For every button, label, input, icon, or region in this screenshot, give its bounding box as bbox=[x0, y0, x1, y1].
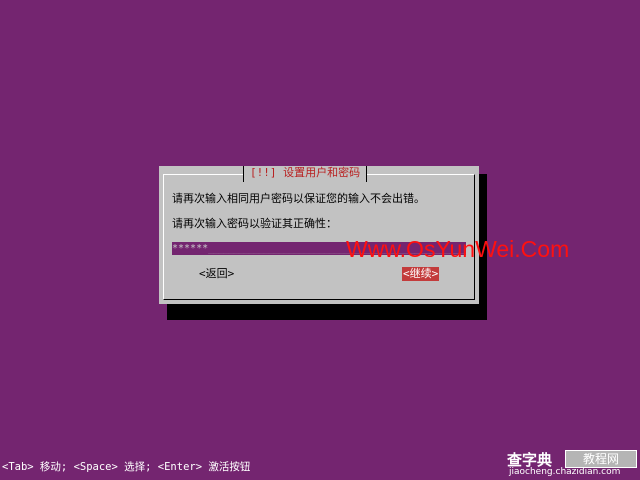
password-masked-value: ****** bbox=[172, 243, 209, 254]
dialog-title: [!!] 设置用户和密码 bbox=[243, 166, 368, 182]
site-logo: 查字典 教程网 jiaocheng.chazidian.com bbox=[507, 449, 638, 479]
keyboard-hint-bar: <Tab> 移动; <Space> 选择; <Enter> 激活按钮 bbox=[2, 461, 251, 473]
verify-password-label: 请再次输入密码以验证其正确性： bbox=[172, 217, 337, 230]
setup-user-password-dialog: [!!] 设置用户和密码 请再次输入相同用户密码以保证您的输入不会出错。 请再次… bbox=[159, 166, 479, 304]
instruction-text: 请再次输入相同用户密码以保证您的输入不会出错。 bbox=[172, 192, 425, 205]
watermark-text: Www.OsYunWei.Com bbox=[346, 236, 570, 262]
continue-button[interactable]: <继续> bbox=[402, 267, 440, 281]
logo-box-text: 教程网 bbox=[565, 450, 637, 468]
logo-url-text: jiaocheng.chazidian.com bbox=[509, 467, 621, 477]
back-button[interactable]: <返回> bbox=[198, 267, 235, 281]
